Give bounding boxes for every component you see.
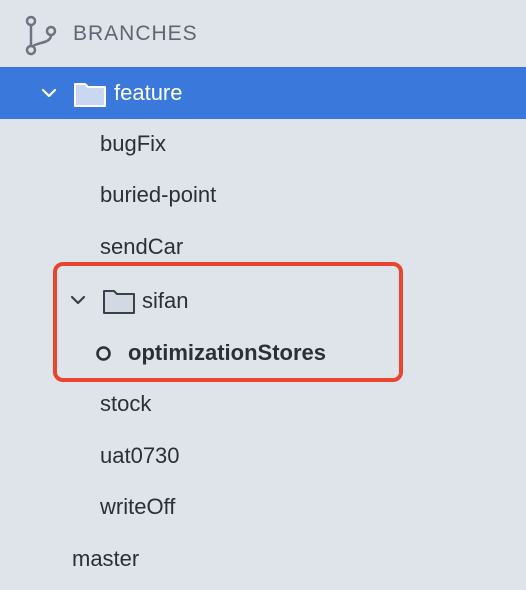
branch-label: bugFix [100,131,167,156]
tree-folder-feature[interactable]: feature [0,67,526,119]
tree-branch-item[interactable]: buried-point [0,169,526,221]
branch-label: writeOff [100,494,176,519]
current-branch-icon [96,346,111,361]
branch-icon [25,15,57,56]
folder-icon [103,290,135,314]
branches-section-header[interactable]: BRANCHES [0,8,526,60]
tree-branch-item[interactable]: stock [0,378,526,430]
section-title: BRANCHES [73,22,198,45]
folder-icon [74,83,106,107]
chevron-down-icon[interactable] [40,84,58,102]
branch-label: uat0730 [100,443,180,468]
branches-sidebar: BRANCHES feature bugFix buried-point sen… [0,0,526,590]
tree-branch-item[interactable]: master [0,533,526,585]
tree-folder-label: feature [114,80,183,105]
tree-branch-item-current[interactable]: optimizationStores [0,327,526,379]
tree-branch-item[interactable]: bugFix [0,118,526,170]
chevron-down-icon[interactable] [69,291,87,309]
branch-label: stock [100,391,152,416]
tree-folder-sifan[interactable]: sifan [0,275,526,327]
tree-folder-label: sifan [142,288,189,313]
branch-label: sendCar [100,234,184,259]
branch-label: master [72,546,140,571]
tree-branch-item[interactable]: writeOff [0,481,526,533]
tree-branch-item[interactable]: sendCar [0,221,526,273]
branch-label: buried-point [100,182,217,207]
tree-branch-item[interactable]: uat0730 [0,430,526,482]
branch-label: optimizationStores [128,340,327,365]
